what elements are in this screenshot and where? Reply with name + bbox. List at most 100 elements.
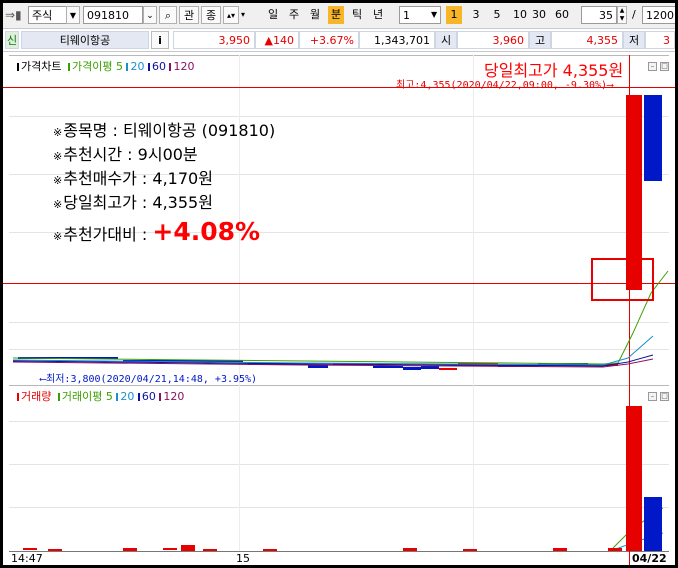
highlight-box [591,258,654,301]
market-select-label: 주식 [32,9,53,22]
annotation-rate-value: +4.08% [152,217,261,246]
high-marker: 최고:4,355(2020/04/22,09:00, -9.30%)⟶ [396,80,614,91]
annotation-label: 추천시간 : [63,145,138,164]
interval-value: 1 [403,9,410,22]
annotation-buy-price: ※추천매수가 : 4,170원 [53,165,213,189]
period-button[interactable]: 일 [265,6,281,24]
current-time-line [629,55,630,565]
ma20-line [12,335,654,366]
slash-label: / [632,8,636,21]
period-button[interactable]: 년 [370,6,386,24]
toolbar: ⇒▮ 주식 ▼ 091810 ⌄ ⌕ 관 종 ▴▾ ▾ 일주월분틱년 1 ▼ 1… [3,3,675,29]
annotation-value: 9시00분 [137,145,198,164]
total-input[interactable]: 1200 [642,6,675,24]
company-button[interactable]: 종 [201,6,221,24]
price-legend: 가격차트 가격이평 5 20 60 120 [17,59,194,75]
annotation-prefix: ※ [53,198,63,211]
search-icon[interactable]: ⌕ [159,6,177,24]
period-button[interactable]: 분 [328,6,344,24]
minute-option-button[interactable]: 10 [510,6,530,24]
volume-ma20: 20 [120,390,135,403]
volume-ma120: 120 [163,390,185,403]
high-label: 고 [529,31,551,49]
candle-0901 [644,95,662,181]
period-button[interactable]: 주 [286,6,302,24]
volume-panel-header: 거래량 거래이평 5 20 60 120 – □ [3,389,675,405]
price-candle [248,363,308,365]
market-dropdown-icon[interactable]: ▼ [66,6,80,24]
code-dropdown-icon[interactable]: ⌄ [143,6,157,24]
price-ma5: 5 [115,60,123,73]
grid-line-h [9,464,669,465]
stock-code-value: 091810 [87,9,129,22]
more-dropdown-icon[interactable]: ▾ [241,6,251,24]
minute-marker-1[interactable]: 1 [446,6,462,24]
price-candle [403,367,421,370]
price-panel-minimize-icon[interactable]: – [648,62,657,71]
low-value: 3 [645,31,675,49]
minute-option-button[interactable]: 30 [529,6,549,24]
vma5-line [612,507,664,549]
volume-ma-prefix: 거래이평 [61,390,103,403]
volume-bar [403,548,417,551]
price-candles [18,357,618,370]
annotation-day-high: ※당일최고가 : 4,355원 [53,189,213,213]
stock-code-input[interactable]: 091810 [83,6,143,24]
volume-legend-marker [17,393,19,401]
grid-line-h [9,322,669,323]
grid-line-h [9,507,669,508]
annotation-stock: ※종목명 : 티웨이항공 (091810) [53,117,275,141]
market-select[interactable]: 주식 [28,6,68,24]
link-icon[interactable]: ⇒▮ [5,6,27,24]
volume-bar [203,549,217,551]
minute-option-button[interactable]: 5 [489,6,505,24]
annotation-prefix: ※ [53,126,63,139]
quote-bar: 신 티웨이항공 i 3,950 ▲140 +3.67% 1,343,701 시 … [3,29,675,52]
company-button-label: 종 [205,9,217,22]
x-axis-label: 15 [236,552,250,565]
vma5-legend-marker [57,393,60,401]
vma60-legend-marker [137,393,140,401]
ma120-legend-marker [169,63,172,71]
low-label: 저 [623,31,645,49]
price-candle [458,363,498,366]
price-change: ▲140 [255,31,299,49]
search-button[interactable]: 관 [179,6,199,24]
count-stepper-icon[interactable]: ▲ ▼ [617,6,627,24]
interval-dropdown-icon[interactable]: ▼ [431,6,441,24]
minute-option-button[interactable]: 60 [552,6,572,24]
annotation-time: ※추천시간 : 9시00분 [53,141,198,165]
volume-legend: 거래량 거래이평 5 20 60 120 [17,389,184,405]
period-button[interactable]: 월 [307,6,323,24]
ma-lines [12,270,669,551]
price-candle [373,366,403,368]
annotation-prefix: ※ [53,174,63,187]
price-panel-maximize-icon[interactable]: □ [660,62,669,71]
ma60-line [12,354,654,367]
stock-name[interactable]: 티웨이항공 [21,31,149,49]
ma5-line [12,270,669,365]
volume-panel-maximize-icon[interactable]: □ [660,392,669,401]
price-candle [538,363,588,366]
up-down-stepper-icon[interactable]: ▴▾ [223,6,239,24]
minute-option-button[interactable]: 3 [468,6,484,24]
high-value: 4,355 [551,31,623,49]
volume-bars [23,545,622,551]
volume-panel-minimize-icon[interactable]: – [648,392,657,401]
total-value: 1200 [646,9,674,22]
chart-window: ⇒▮ 주식 ▼ 091810 ⌄ ⌕ 관 종 ▴▾ ▾ 일주월분틱년 1 ▼ 1… [3,3,675,565]
volume-bar [463,549,477,551]
low-marker: ⟵최저:3,800(2020/04/21,14:48, +3.95%) [40,374,258,385]
info-button[interactable]: i [151,31,169,49]
ma60-legend-marker [147,63,150,71]
count-input[interactable]: 35 [581,6,617,24]
open-value: 3,960 [457,31,529,49]
volume-value: 1,343,701 [359,31,435,49]
volume-panel-title: 거래량 [21,390,52,403]
annotation-value: 4,170원 [152,169,213,188]
volume-bar-0901 [644,497,662,551]
volume-bar [181,545,195,551]
panel-separator [9,385,669,386]
period-button[interactable]: 틱 [349,6,365,24]
annotation-value: 티웨이항공 (091810) [122,121,276,140]
